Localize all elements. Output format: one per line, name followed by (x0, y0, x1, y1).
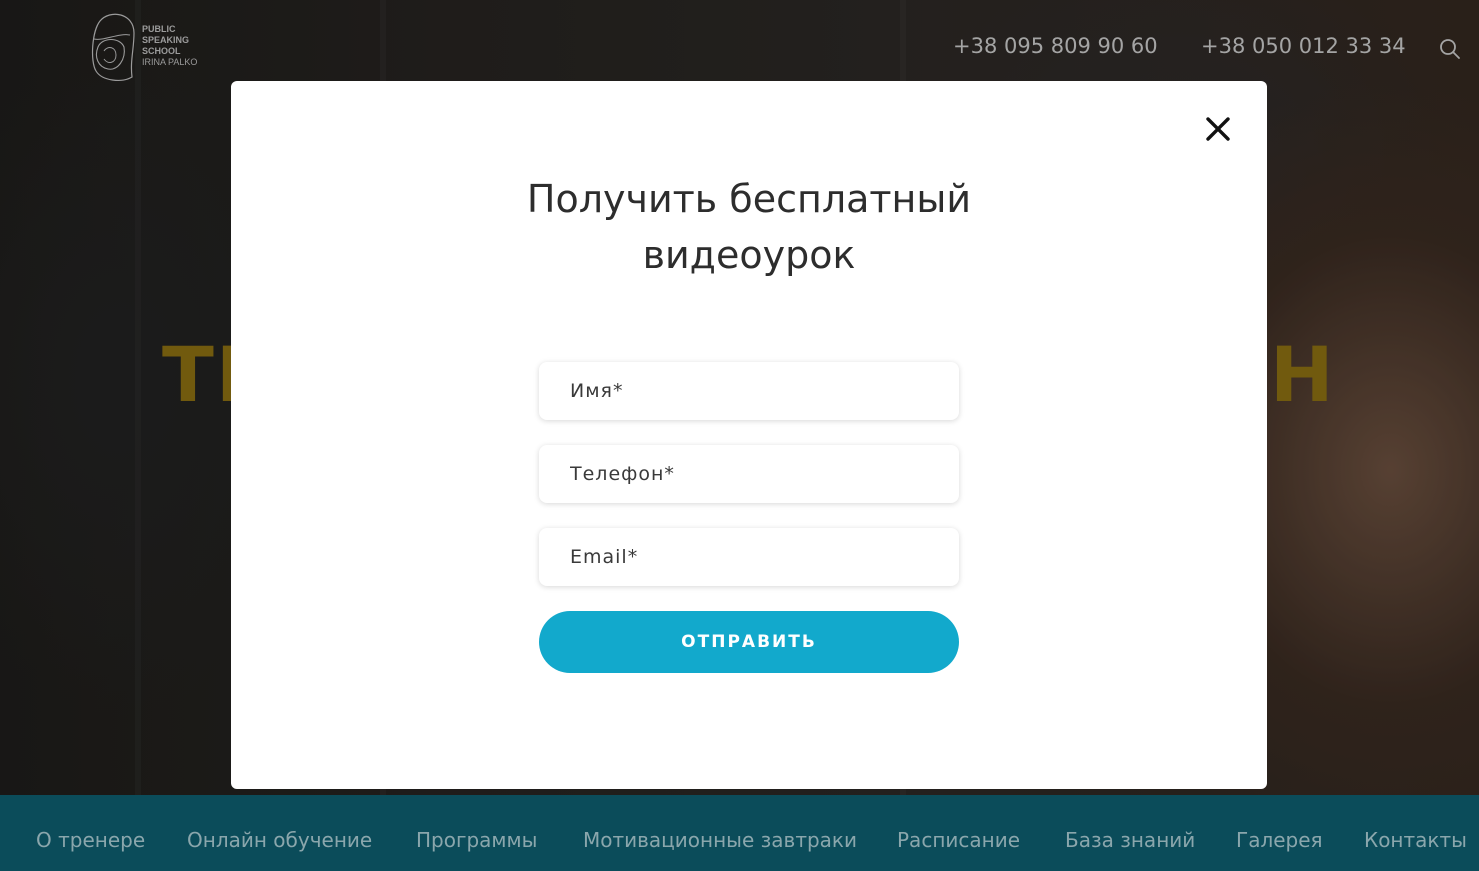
modal-title-line-2: видеоурок (642, 233, 856, 277)
name-input[interactable] (570, 380, 959, 402)
close-icon[interactable] (1202, 113, 1234, 145)
email-input[interactable] (570, 546, 959, 568)
submit-button[interactable]: ОТПРАВИТЬ (539, 611, 959, 673)
phone-input[interactable] (570, 463, 959, 485)
email-field (539, 528, 959, 586)
modal-title-line-1: Получить бесплатный (526, 177, 972, 221)
name-field (539, 362, 959, 420)
phone-field (539, 445, 959, 503)
lead-form-modal: Получить бесплатный видеоурок ОТПРАВИТЬ (231, 81, 1267, 789)
modal-title: Получить бесплатный видеоурок (231, 171, 1267, 283)
